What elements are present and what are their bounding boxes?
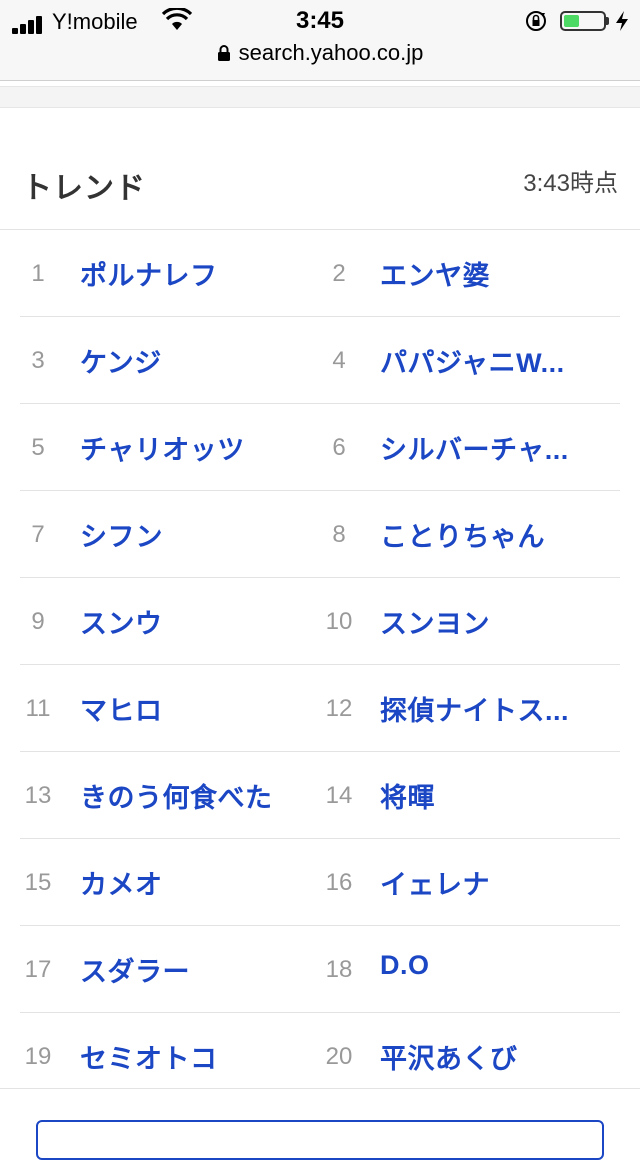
trend-rank: 2 [332, 260, 346, 287]
rotation-lock-icon [526, 11, 546, 31]
trend-term[interactable]: きのう何食べた [80, 776, 316, 815]
trend-term[interactable]: 将暉 [380, 776, 580, 815]
trend-title: トレンド [22, 172, 146, 205]
trend-term[interactable]: シフン [80, 515, 316, 554]
trend-rank: 6 [332, 434, 346, 461]
trend-rank: 17 [24, 956, 52, 983]
trend-term[interactable]: エンヤ婆 [380, 254, 580, 293]
trend-rank: 11 [25, 695, 51, 722]
browser-chrome: Y!mobile 3:45 search.yahoo.co.jp [0, 0, 640, 81]
trend-row: 15 カメオ 16 イェレナ [20, 839, 620, 926]
trend-item[interactable]: 4 パパジャニW... [320, 317, 620, 403]
charging-bolt-icon [616, 11, 628, 31]
trend-item[interactable]: 17 スダラー [20, 926, 320, 1012]
trend-item[interactable]: 10 スンヨン [320, 578, 620, 664]
trend-rank: 7 [31, 521, 45, 548]
trend-item[interactable]: 7 シフン [20, 491, 320, 577]
trend-row: 11 マヒロ 12 探偵ナイトス... [20, 665, 620, 752]
trend-rank: 18 [325, 956, 353, 983]
trend-row: 9 スンウ 10 スンヨン [20, 578, 620, 665]
trend-rank: 15 [24, 869, 52, 896]
lock-icon [217, 45, 230, 61]
trend-row: 1 ポルナレフ 2 エンヤ婆 [20, 230, 620, 317]
section-divider [0, 86, 640, 108]
divider [0, 1088, 640, 1089]
trend-item[interactable]: 16 イェレナ [320, 839, 620, 925]
trend-updated-time: 3:43時点 [523, 170, 618, 197]
trend-rank: 10 [325, 608, 353, 635]
trend-list: 1 ポルナレフ 2 エンヤ婆 3 ケンジ 4 パパジャニW... 5 チャリオッツ 6 シル… [20, 230, 620, 1099]
trend-term[interactable]: チャリオッツ [80, 428, 316, 467]
trend-rank: 8 [332, 521, 346, 548]
trend-rank: 5 [31, 434, 45, 461]
trend-item[interactable]: 8 ことりちゃん [320, 491, 620, 577]
trend-term[interactable]: カメオ [80, 863, 316, 902]
trend-row: 3 ケンジ 4 パパジャニW... [20, 317, 620, 404]
battery-icon [560, 11, 606, 31]
trend-item[interactable]: 11 マヒロ [20, 665, 320, 751]
trend-rank: 12 [325, 695, 353, 722]
trend-item[interactable]: 5 チャリオッツ [20, 404, 320, 490]
trend-item[interactable]: 15 カメオ [20, 839, 320, 925]
trend-term[interactable]: ことりちゃん [380, 515, 580, 554]
trend-rank: 1 [31, 260, 45, 287]
trend-term[interactable]: D.O [380, 950, 580, 981]
trend-term[interactable]: 平沢あくび [380, 1037, 580, 1076]
trend-rank: 3 [31, 347, 45, 374]
trend-rank: 19 [24, 1043, 52, 1070]
battery-level [564, 15, 580, 27]
address-bar[interactable]: search.yahoo.co.jp [0, 40, 640, 66]
trend-row: 5 チャリオッツ 6 シルバーチャ... [20, 404, 620, 491]
trend-rank: 20 [325, 1043, 353, 1070]
trend-row: 7 シフン 8 ことりちゃん [20, 491, 620, 578]
trend-term[interactable]: シルバーチャ... [380, 428, 580, 467]
trend-term[interactable]: ケンジ [80, 341, 316, 380]
trend-row: 19 セミオトコ 20 平沢あくび [20, 1013, 620, 1099]
trend-item[interactable]: 9 スンウ [20, 578, 320, 664]
trend-header: トレンド 3:43時点 [0, 107, 640, 230]
trend-rank: 9 [31, 608, 45, 635]
trend-item[interactable]: 18 D.O [320, 926, 620, 1012]
trend-term[interactable]: パパジャニW... [380, 341, 580, 380]
trend-item[interactable]: 12 探偵ナイトス... [320, 665, 620, 751]
trend-term[interactable]: スンヨン [380, 602, 580, 641]
trend-item[interactable]: 19 セミオトコ [20, 1013, 320, 1099]
trend-term[interactable]: スンウ [80, 602, 316, 641]
trend-rank: 4 [332, 347, 346, 374]
more-trends-button[interactable] [36, 1120, 604, 1160]
trend-row: 17 スダラー 18 D.O [20, 926, 620, 1013]
trend-row: 13 きのう何食べた 14 将暉 [20, 752, 620, 839]
trend-item[interactable]: 13 きのう何食べた [20, 752, 320, 838]
trend-item[interactable]: 1 ポルナレフ [20, 230, 320, 316]
trend-rank: 14 [325, 782, 353, 809]
trend-item[interactable]: 14 将暉 [320, 752, 620, 838]
trend-term[interactable]: 探偵ナイトス... [380, 689, 580, 728]
trend-item[interactable]: 20 平沢あくび [320, 1013, 620, 1099]
status-bar: Y!mobile 3:45 [0, 6, 640, 36]
trend-term[interactable]: セミオトコ [80, 1037, 316, 1076]
trend-term[interactable]: マヒロ [80, 689, 316, 728]
trend-rank: 16 [325, 869, 353, 896]
trend-item[interactable]: 6 シルバーチャ... [320, 404, 620, 490]
trend-rank: 13 [24, 782, 52, 809]
url-text: search.yahoo.co.jp [238, 40, 424, 65]
battery-tip [606, 17, 609, 25]
trend-item[interactable]: 2 エンヤ婆 [320, 230, 620, 316]
trend-term[interactable]: イェレナ [380, 863, 580, 902]
trend-item[interactable]: 3 ケンジ [20, 317, 320, 403]
trend-term[interactable]: スダラー [80, 950, 316, 989]
trend-term[interactable]: ポルナレフ [80, 254, 316, 293]
